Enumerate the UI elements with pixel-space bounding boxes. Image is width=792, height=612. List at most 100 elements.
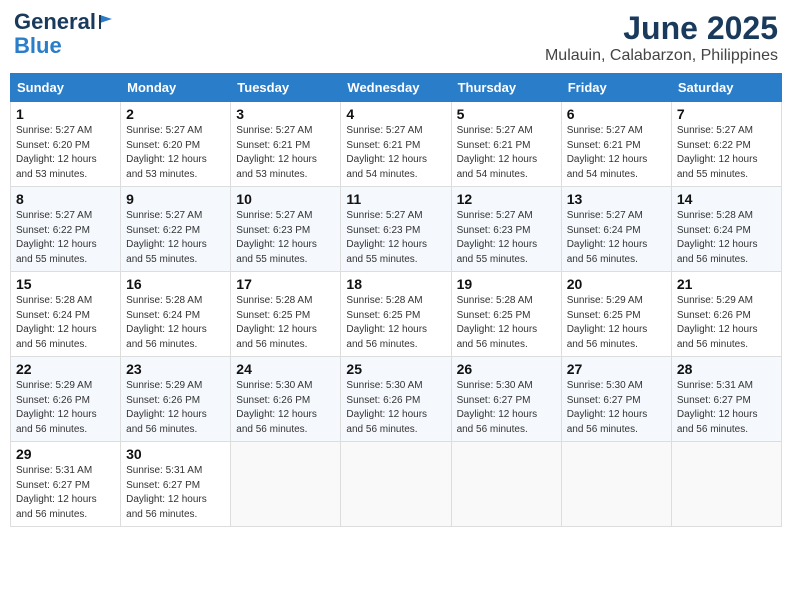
calendar-day-8: 8 Sunrise: 5:27 AM Sunset: 6:22 PM Dayli… <box>11 187 121 272</box>
day-number: 29 <box>16 446 115 462</box>
logo-flag-icon <box>98 13 116 31</box>
calendar-day-20: 20 Sunrise: 5:29 AM Sunset: 6:25 PM Dayl… <box>561 272 671 357</box>
day-number: 27 <box>567 361 666 377</box>
logo-text-general: General <box>14 10 96 34</box>
calendar-day-2: 2 Sunrise: 5:27 AM Sunset: 6:20 PM Dayli… <box>121 102 231 187</box>
day-number: 15 <box>16 276 115 292</box>
page-header: General Blue June 2025 Mulauin, Calabarz… <box>10 10 782 65</box>
calendar-empty-cell <box>231 442 341 527</box>
calendar-day-29: 29 Sunrise: 5:31 AM Sunset: 6:27 PM Dayl… <box>11 442 121 527</box>
calendar-day-4: 4 Sunrise: 5:27 AM Sunset: 6:21 PM Dayli… <box>341 102 451 187</box>
day-info: Sunrise: 5:27 AM Sunset: 6:22 PM Dayligh… <box>126 209 225 267</box>
day-number: 16 <box>126 276 225 292</box>
day-info: Sunrise: 5:27 AM Sunset: 6:21 PM Dayligh… <box>346 124 445 182</box>
day-number: 8 <box>16 191 115 207</box>
calendar-day-13: 13 Sunrise: 5:27 AM Sunset: 6:24 PM Dayl… <box>561 187 671 272</box>
col-monday: Monday <box>121 74 231 102</box>
day-number: 23 <box>126 361 225 377</box>
calendar-day-22: 22 Sunrise: 5:29 AM Sunset: 6:26 PM Dayl… <box>11 357 121 442</box>
col-saturday: Saturday <box>671 74 781 102</box>
day-number: 12 <box>457 191 556 207</box>
day-info: Sunrise: 5:29 AM Sunset: 6:26 PM Dayligh… <box>677 294 776 352</box>
day-info: Sunrise: 5:27 AM Sunset: 6:23 PM Dayligh… <box>236 209 335 267</box>
calendar-day-27: 27 Sunrise: 5:30 AM Sunset: 6:27 PM Dayl… <box>561 357 671 442</box>
calendar-week-5: 29 Sunrise: 5:31 AM Sunset: 6:27 PM Dayl… <box>11 442 782 527</box>
calendar-week-3: 15 Sunrise: 5:28 AM Sunset: 6:24 PM Dayl… <box>11 272 782 357</box>
calendar-day-18: 18 Sunrise: 5:28 AM Sunset: 6:25 PM Dayl… <box>341 272 451 357</box>
calendar-day-28: 28 Sunrise: 5:31 AM Sunset: 6:27 PM Dayl… <box>671 357 781 442</box>
day-info: Sunrise: 5:27 AM Sunset: 6:22 PM Dayligh… <box>677 124 776 182</box>
calendar-day-14: 14 Sunrise: 5:28 AM Sunset: 6:24 PM Dayl… <box>671 187 781 272</box>
calendar-day-23: 23 Sunrise: 5:29 AM Sunset: 6:26 PM Dayl… <box>121 357 231 442</box>
calendar-day-1: 1 Sunrise: 5:27 AM Sunset: 6:20 PM Dayli… <box>11 102 121 187</box>
day-info: Sunrise: 5:30 AM Sunset: 6:26 PM Dayligh… <box>236 379 335 437</box>
day-number: 21 <box>677 276 776 292</box>
day-number: 9 <box>126 191 225 207</box>
day-number: 4 <box>346 106 445 122</box>
day-info: Sunrise: 5:28 AM Sunset: 6:25 PM Dayligh… <box>457 294 556 352</box>
calendar-week-1: 1 Sunrise: 5:27 AM Sunset: 6:20 PM Dayli… <box>11 102 782 187</box>
day-info: Sunrise: 5:29 AM Sunset: 6:26 PM Dayligh… <box>16 379 115 437</box>
calendar-day-24: 24 Sunrise: 5:30 AM Sunset: 6:26 PM Dayl… <box>231 357 341 442</box>
calendar-day-19: 19 Sunrise: 5:28 AM Sunset: 6:25 PM Dayl… <box>451 272 561 357</box>
day-info: Sunrise: 5:27 AM Sunset: 6:21 PM Dayligh… <box>457 124 556 182</box>
day-number: 6 <box>567 106 666 122</box>
calendar-day-11: 11 Sunrise: 5:27 AM Sunset: 6:23 PM Dayl… <box>341 187 451 272</box>
day-info: Sunrise: 5:31 AM Sunset: 6:27 PM Dayligh… <box>677 379 776 437</box>
calendar-day-9: 9 Sunrise: 5:27 AM Sunset: 6:22 PM Dayli… <box>121 187 231 272</box>
calendar-day-12: 12 Sunrise: 5:27 AM Sunset: 6:23 PM Dayl… <box>451 187 561 272</box>
calendar-day-7: 7 Sunrise: 5:27 AM Sunset: 6:22 PM Dayli… <box>671 102 781 187</box>
col-friday: Friday <box>561 74 671 102</box>
calendar-table: Sunday Monday Tuesday Wednesday Thursday… <box>10 73 782 527</box>
calendar-day-10: 10 Sunrise: 5:27 AM Sunset: 6:23 PM Dayl… <box>231 187 341 272</box>
calendar-day-25: 25 Sunrise: 5:30 AM Sunset: 6:26 PM Dayl… <box>341 357 451 442</box>
day-info: Sunrise: 5:30 AM Sunset: 6:27 PM Dayligh… <box>567 379 666 437</box>
day-number: 18 <box>346 276 445 292</box>
day-number: 10 <box>236 191 335 207</box>
calendar-day-26: 26 Sunrise: 5:30 AM Sunset: 6:27 PM Dayl… <box>451 357 561 442</box>
day-number: 25 <box>346 361 445 377</box>
day-info: Sunrise: 5:27 AM Sunset: 6:21 PM Dayligh… <box>236 124 335 182</box>
day-info: Sunrise: 5:30 AM Sunset: 6:26 PM Dayligh… <box>346 379 445 437</box>
calendar-day-30: 30 Sunrise: 5:31 AM Sunset: 6:27 PM Dayl… <box>121 442 231 527</box>
day-number: 19 <box>457 276 556 292</box>
day-number: 13 <box>567 191 666 207</box>
calendar-day-5: 5 Sunrise: 5:27 AM Sunset: 6:21 PM Dayli… <box>451 102 561 187</box>
logo-text-blue: Blue <box>14 34 62 58</box>
calendar-header-row: Sunday Monday Tuesday Wednesday Thursday… <box>11 74 782 102</box>
col-sunday: Sunday <box>11 74 121 102</box>
day-info: Sunrise: 5:31 AM Sunset: 6:27 PM Dayligh… <box>16 464 115 522</box>
calendar-day-16: 16 Sunrise: 5:28 AM Sunset: 6:24 PM Dayl… <box>121 272 231 357</box>
day-info: Sunrise: 5:29 AM Sunset: 6:26 PM Dayligh… <box>126 379 225 437</box>
day-info: Sunrise: 5:27 AM Sunset: 6:22 PM Dayligh… <box>16 209 115 267</box>
day-number: 24 <box>236 361 335 377</box>
day-number: 26 <box>457 361 556 377</box>
calendar-empty-cell <box>671 442 781 527</box>
calendar-day-6: 6 Sunrise: 5:27 AM Sunset: 6:21 PM Dayli… <box>561 102 671 187</box>
col-tuesday: Tuesday <box>231 74 341 102</box>
logo: General Blue <box>14 10 116 58</box>
day-number: 30 <box>126 446 225 462</box>
day-info: Sunrise: 5:28 AM Sunset: 6:24 PM Dayligh… <box>16 294 115 352</box>
day-number: 28 <box>677 361 776 377</box>
day-number: 14 <box>677 191 776 207</box>
location-title: Mulauin, Calabarzon, Philippines <box>545 47 778 65</box>
day-number: 1 <box>16 106 115 122</box>
day-info: Sunrise: 5:30 AM Sunset: 6:27 PM Dayligh… <box>457 379 556 437</box>
day-info: Sunrise: 5:27 AM Sunset: 6:20 PM Dayligh… <box>16 124 115 182</box>
day-info: Sunrise: 5:28 AM Sunset: 6:25 PM Dayligh… <box>346 294 445 352</box>
day-info: Sunrise: 5:27 AM Sunset: 6:24 PM Dayligh… <box>567 209 666 267</box>
day-number: 17 <box>236 276 335 292</box>
col-wednesday: Wednesday <box>341 74 451 102</box>
day-number: 22 <box>16 361 115 377</box>
calendar-day-3: 3 Sunrise: 5:27 AM Sunset: 6:21 PM Dayli… <box>231 102 341 187</box>
day-number: 2 <box>126 106 225 122</box>
day-info: Sunrise: 5:28 AM Sunset: 6:25 PM Dayligh… <box>236 294 335 352</box>
col-thursday: Thursday <box>451 74 561 102</box>
day-number: 11 <box>346 191 445 207</box>
day-info: Sunrise: 5:31 AM Sunset: 6:27 PM Dayligh… <box>126 464 225 522</box>
day-info: Sunrise: 5:27 AM Sunset: 6:23 PM Dayligh… <box>346 209 445 267</box>
month-title: June 2025 <box>545 10 778 47</box>
day-number: 7 <box>677 106 776 122</box>
day-number: 3 <box>236 106 335 122</box>
